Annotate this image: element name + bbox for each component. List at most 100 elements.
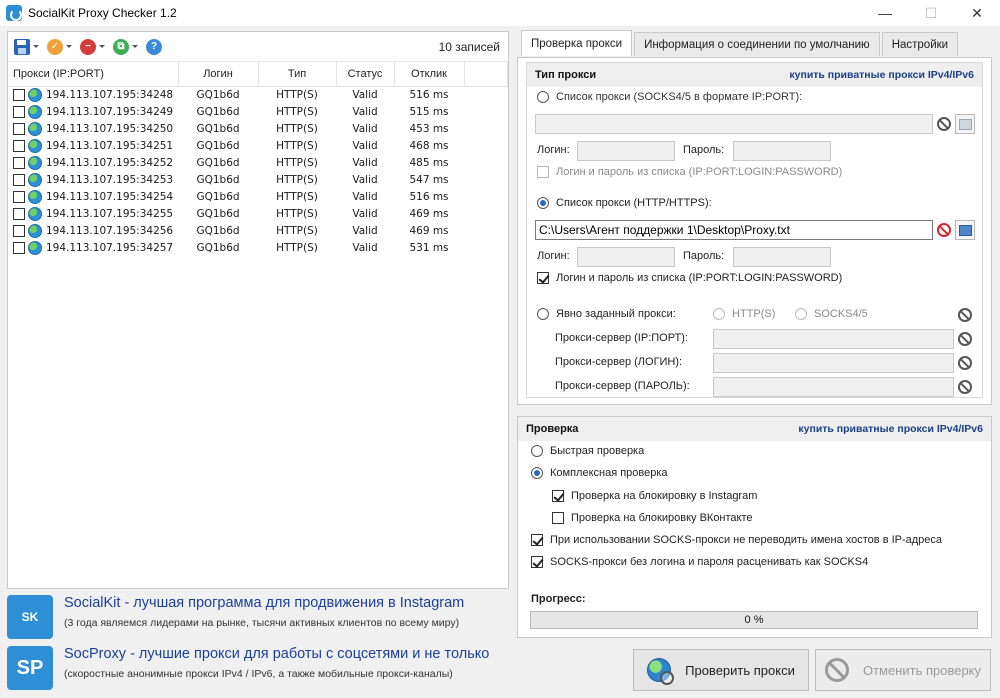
explicit-clear-button[interactable] — [955, 305, 975, 325]
row-checkbox[interactable] — [13, 207, 25, 220]
quick-check-radio[interactable] — [531, 445, 543, 457]
table-row[interactable]: 194.113.107.195:34251 GQ1b6d HTTP(S) Valid 4… — [8, 137, 508, 154]
row-checkbox[interactable] — [13, 156, 25, 169]
minimize-button[interactable]: — — [862, 0, 908, 26]
socproxy-promo[interactable]: SP SocProxy - лучшие прокси для работы с… — [7, 646, 489, 690]
socks4-checkbox[interactable] — [531, 556, 543, 568]
column-header-login[interactable]: Логин — [178, 62, 259, 87]
http-clear-button[interactable] — [934, 220, 954, 240]
buy-proxy-link[interactable]: купить приватные прокси IPv4/IPv6 — [789, 69, 974, 81]
row-checkbox[interactable] — [13, 105, 25, 118]
vk-check-checkbox[interactable] — [552, 512, 564, 524]
buy-proxy-link-check[interactable]: купить приватные прокси IPv4/IPv6 — [798, 423, 983, 435]
server-ip-label: Прокси-сервер (IP:ПОРТ): — [555, 332, 688, 344]
column-header-proxy[interactable]: Прокси (IP:PORT) — [8, 62, 179, 87]
http-file-field[interactable]: C:\Users\Агент поддержки 1\Desktop\Proxy… — [535, 220, 933, 240]
row-checkbox[interactable] — [13, 122, 25, 135]
http-login-from-list-checkbox[interactable] — [537, 272, 549, 284]
column-header-type[interactable]: Тип — [258, 62, 337, 87]
socks-hosts-checkbox[interactable] — [531, 534, 543, 546]
table-row[interactable]: 194.113.107.195:34248 GQ1b6d HTTP(S) Valid 5… — [8, 86, 508, 103]
response-cell: 516 ms — [409, 88, 449, 101]
http-list-radio[interactable] — [537, 197, 549, 209]
row-checkbox[interactable] — [13, 139, 25, 152]
tab-proxy-check[interactable]: Проверка прокси — [521, 30, 633, 56]
socks-open-file-button[interactable] — [955, 114, 975, 134]
server-password-field[interactable] — [713, 377, 954, 397]
row-checkbox[interactable] — [13, 190, 25, 203]
socialkit-promo[interactable]: SK SocialKit - лучшая программа для прод… — [7, 595, 464, 639]
globe-icon — [28, 138, 42, 153]
explicit-proxy-radio[interactable] — [537, 308, 549, 320]
server-login-field[interactable] — [713, 353, 954, 373]
column-header-status[interactable]: Статус — [336, 62, 395, 87]
explicit-http-radio[interactable] — [713, 308, 725, 320]
check-proxy-button[interactable]: Проверить прокси — [633, 649, 809, 691]
table-row[interactable]: 194.113.107.195:34250 GQ1b6d HTTP(S) Valid 4… — [8, 120, 508, 137]
socks-list-option[interactable]: Список прокси (SOCKS4/5 в формате IP:POR… — [537, 91, 802, 103]
socialkit-title[interactable]: SocialKit - лучшая программа для продвиж… — [64, 595, 464, 611]
explicit-socks-option[interactable]: SOCKS4/5 — [795, 308, 868, 320]
http-list-option[interactable]: Список прокси (HTTP/HTTPS): — [537, 197, 712, 209]
socks4-option[interactable]: SOCKS-прокси без логина и пароля расцени… — [531, 556, 868, 568]
complex-check-option[interactable]: Комплексная проверка — [531, 467, 668, 479]
explicit-socks-radio[interactable] — [795, 308, 807, 320]
row-checkbox[interactable] — [13, 224, 25, 237]
table-row[interactable]: 194.113.107.195:34255 GQ1b6d HTTP(S) Valid 4… — [8, 205, 508, 222]
socks-login-from-list-option[interactable]: Логин и пароль из списка (IP:PORT:LOGIN:… — [537, 166, 842, 178]
row-checkbox[interactable] — [13, 241, 25, 254]
socproxy-title[interactable]: SocProxy - лучшие прокси для работы с со… — [64, 646, 489, 662]
login-cell: GQ1b6d — [196, 190, 240, 203]
socks-login-from-list-checkbox[interactable] — [537, 166, 549, 178]
http-login-field[interactable] — [577, 247, 675, 267]
quick-check-option[interactable]: Быстрая проверка — [531, 445, 644, 457]
table-row[interactable]: 194.113.107.195:34257 GQ1b6d HTTP(S) Valid 5… — [8, 239, 508, 256]
http-login-from-list-option[interactable]: Логин и пароль из списка (IP:PORT:LOGIN:… — [537, 272, 842, 284]
socks-login-field[interactable] — [577, 141, 675, 161]
table-row[interactable]: 194.113.107.195:34252 GQ1b6d HTTP(S) Valid 4… — [8, 154, 508, 171]
http-password-field[interactable] — [733, 247, 831, 267]
row-checkbox[interactable] — [13, 88, 25, 101]
socks-file-field[interactable] — [535, 114, 933, 134]
server-password-clear-button[interactable] — [955, 377, 975, 397]
vk-check-option[interactable]: Проверка на блокировку ВКонтакте — [552, 512, 753, 524]
copy-button[interactable]: ⧉ — [113, 38, 138, 55]
socks-hosts-option[interactable]: При использовании SOCKS-прокси не перево… — [531, 534, 942, 546]
explicit-http-option[interactable]: HTTP(S) — [713, 308, 775, 320]
server-ip-field[interactable] — [713, 329, 954, 349]
row-checkbox[interactable] — [13, 173, 25, 186]
maximize-button[interactable]: ☐ — [908, 0, 954, 26]
filler-cell — [464, 154, 508, 171]
tab-connection-info[interactable]: Информация о соединении по умолчанию — [634, 32, 880, 56]
explicit-proxy-option[interactable]: Явно заданный прокси: — [537, 308, 676, 320]
instagram-check-checkbox[interactable] — [552, 490, 564, 502]
table-row[interactable]: 194.113.107.195:34253 GQ1b6d HTTP(S) Valid 5… — [8, 171, 508, 188]
server-ip-clear-button[interactable] — [955, 329, 975, 349]
http-open-file-button[interactable] — [955, 220, 975, 240]
tab-settings[interactable]: Настройки — [881, 32, 959, 56]
table-row[interactable]: 194.113.107.195:34249 GQ1b6d HTTP(S) Valid 5… — [8, 103, 508, 120]
instagram-check-option[interactable]: Проверка на блокировку в Instagram — [552, 490, 757, 502]
socks-clear-button[interactable] — [934, 114, 954, 134]
complex-check-radio[interactable] — [531, 467, 543, 479]
save-button[interactable] — [14, 38, 39, 55]
socks-list-radio[interactable] — [537, 91, 549, 103]
login-cell: GQ1b6d — [196, 156, 240, 169]
filler-cell — [464, 171, 508, 188]
table-row[interactable]: 194.113.107.195:34256 GQ1b6d HTTP(S) Valid 4… — [8, 222, 508, 239]
server-login-clear-button[interactable] — [955, 353, 975, 373]
globe-icon — [28, 104, 42, 119]
mark-valid-button[interactable]: ✓ — [47, 38, 72, 55]
filler-cell — [464, 120, 508, 137]
status-cell: Valid — [352, 139, 378, 152]
cancel-check-button[interactable]: Отменить проверку — [815, 649, 991, 691]
socks-password-field[interactable] — [733, 141, 831, 161]
help-button[interactable]: ? — [146, 38, 162, 55]
proxy-list-panel: ✓ − ⧉ ? 10 записей Прокси (IP:PORT) Логи… — [7, 31, 509, 589]
proxy-type-header: Тип прокси купить приватные прокси IPv4/… — [527, 63, 982, 87]
remove-button[interactable]: − — [80, 38, 105, 55]
table-row[interactable]: 194.113.107.195:34254 GQ1b6d HTTP(S) Valid 5… — [8, 188, 508, 205]
close-button[interactable]: ✕ — [954, 0, 1000, 26]
socialkit-subtitle: (3 года являемся лидерами на рынке, тыся… — [64, 617, 460, 629]
column-header-response[interactable]: Отклик — [394, 62, 465, 87]
